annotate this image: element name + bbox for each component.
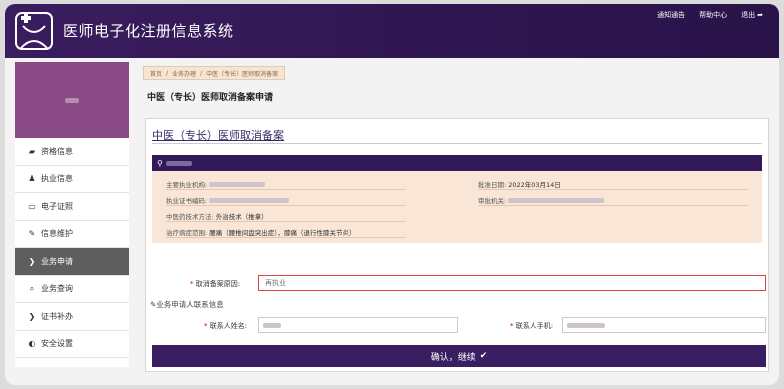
sidebar-item-label: 业务查询 — [41, 284, 73, 294]
sidebar-item-e-license[interactable]: ▭ 电子证照 — [15, 193, 129, 221]
tech-row: 中医药技术方法: 外治技术（推拿） — [166, 211, 268, 221]
reason-label-text: 取消备案原因: — [195, 280, 241, 288]
breadcrumb-separator: / — [166, 69, 169, 77]
sidebar-item-qualification[interactable]: ▰ 资格信息 — [15, 138, 129, 166]
logout-link[interactable]: 退出 ➦ — [741, 10, 763, 20]
panel-title: 中医（专长）医师取消备案 — [152, 129, 284, 142]
sidebar-item-security[interactable]: ◐ 安全设置 — [15, 331, 129, 358]
divider — [478, 205, 748, 206]
contact-name-label: * 联系人姓名: — [204, 321, 247, 331]
sidebar-item-label: 执业信息 — [41, 174, 73, 184]
page-title: 中医（专长）医师取消备案申请 — [147, 93, 274, 103]
redacted-user-name — [65, 97, 79, 103]
divider — [152, 143, 762, 144]
help-center-link[interactable]: 帮助中心 — [699, 10, 727, 20]
cancel-reason-input[interactable]: 再执业 — [258, 275, 766, 291]
location-pin-icon: ⚲ — [157, 158, 163, 168]
redacted-main-org — [209, 181, 266, 187]
scope-label: 治疗病症范围: — [166, 229, 208, 237]
breadcrumb: 首页 / 业务办理 / 中医（专长）医师取消备案 — [143, 66, 286, 80]
breadcrumb-current: 中医（专长）医师取消备案 — [206, 70, 279, 78]
users-icon: ♟ — [28, 174, 36, 184]
contact-phone-label: * 联系人手机: — [510, 321, 553, 331]
search-icon: ⌕ — [29, 283, 35, 293]
notices-link-label: 通知通告 — [657, 11, 686, 19]
divider — [166, 221, 406, 222]
breadcrumb-separator: / — [200, 69, 203, 77]
redacted-approve-org — [508, 197, 605, 203]
edit-icon: ✎ — [28, 229, 36, 239]
cert-no-label: 执业证书编码: — [166, 197, 208, 205]
confirm-continue-button[interactable]: 确认，继续 ✔ — [152, 345, 766, 367]
required-mark: * — [204, 322, 208, 330]
main-org-row: 主要执业机构: — [166, 179, 266, 189]
card-icon: ▭ — [28, 201, 36, 211]
doctor-logo-icon — [15, 12, 53, 50]
top-bar: 医师电子化注册信息系统 通知通告 帮助中心 退出 ➦ — [5, 4, 779, 58]
exit-icon: ➦ — [757, 11, 763, 19]
shield-icon: ◐ — [28, 339, 36, 349]
sidebar-item-label: 信息维护 — [41, 229, 73, 239]
practice-info-box: 主要执业机构: 批准日期: 2022年03月14日 执业证书编码: 审批机关: — [152, 171, 762, 243]
approve-date-row: 批准日期: 2022年03月14日 — [478, 179, 561, 189]
contact-phone-input[interactable] — [562, 317, 766, 333]
redacted-contact-name — [263, 322, 281, 328]
logout-link-label: 退出 — [741, 11, 756, 19]
sidebar-item-label: 证书补办 — [41, 311, 73, 321]
check-icon: ✔ — [479, 351, 488, 361]
sidebar-item-label: 业务申请 — [41, 256, 73, 266]
sidebar-item-label: 电子证照 — [41, 201, 73, 211]
divider — [478, 189, 748, 190]
sidebar: ▰ 资格信息 ♟ 执业信息 ▭ 电子证照 ✎ 信息维护 ❯ 业务申请 ⌕ 业务查… — [15, 62, 129, 367]
cancel-filing-panel: 中医（专长）医师取消备案 ⚲ 主要执业机构: 批准日期: 2022年03月14日 — [145, 118, 769, 372]
app-window: 医师电子化注册信息系统 通知通告 帮助中心 退出 ➦ ▰ 资格信息 ♟ 执业信息 … — [5, 4, 779, 385]
sidebar-item-label: 安全设置 — [41, 339, 73, 349]
notices-link[interactable]: 通知通告 — [657, 10, 685, 20]
sidebar-item-cert-reissue[interactable]: ❯ 证书补办 — [15, 303, 129, 331]
approve-date-value: 2022年03月14日 — [508, 181, 561, 189]
required-mark: * — [190, 280, 194, 288]
divider — [166, 237, 406, 238]
sidebar-item-practice[interactable]: ♟ 执业信息 — [15, 166, 129, 193]
redacted-contact-phone — [567, 322, 605, 328]
divider — [166, 189, 406, 190]
sidebar-item-business-apply[interactable]: ❯ 业务申请 — [15, 248, 129, 276]
approve-org-label: 审批机关: — [478, 197, 507, 205]
breadcrumb-business[interactable]: 业务办理 — [172, 69, 196, 78]
main-content: 首页 / 业务办理 / 中医（专长）医师取消备案 中医（专长）医师取消备案申请 … — [135, 62, 771, 374]
sidebar-item-info-maintain[interactable]: ✎ 信息维护 — [15, 221, 129, 248]
divider — [166, 205, 406, 206]
main-org-label: 主要执业机构: — [166, 181, 208, 189]
info-header: ⚲ — [152, 155, 762, 171]
chevron-right-icon: ❯ — [28, 256, 36, 266]
tech-label: 中医药技术方法: — [166, 213, 214, 221]
reason-label: * 取消备案原因: — [190, 279, 240, 289]
tech-value: 外治技术（推拿） — [215, 213, 268, 221]
cert-no-row: 执业证书编码: — [166, 195, 290, 205]
approve-date-label: 批准日期: — [478, 181, 507, 189]
required-mark: * — [510, 322, 514, 330]
chevron-right-icon: ❯ — [28, 311, 36, 321]
breadcrumb-home[interactable]: 首页 — [150, 69, 162, 78]
contact-phone-label-text: 联系人手机: — [515, 322, 554, 330]
app-title: 医师电子化注册信息系统 — [63, 22, 234, 40]
top-links: 通知通告 帮助中心 退出 ➦ — [657, 10, 763, 20]
confirm-continue-label: 确认，继续 — [430, 352, 476, 363]
redacted-org-name — [165, 160, 192, 166]
sidebar-item-label: 资格信息 — [41, 146, 73, 156]
contact-name-input[interactable] — [258, 317, 458, 333]
avatar — [15, 62, 129, 138]
contact-section-title: ✎业务申请人联系信息 — [150, 299, 224, 310]
sidebar-item-business-query[interactable]: ⌕ 业务查询 — [15, 276, 129, 303]
contact-name-label-text: 联系人姓名: — [209, 322, 248, 330]
help-center-link-label: 帮助中心 — [699, 11, 728, 19]
contact-section-title-text: 业务申请人联系信息 — [156, 300, 224, 309]
cancel-reason-value: 再执业 — [265, 279, 286, 287]
book-icon: ▰ — [28, 146, 36, 156]
scope-value: 腰痛（腰椎间盘突出症），膝痛（退行性膝关节炎） — [209, 229, 356, 237]
redacted-cert-no — [209, 197, 290, 203]
scope-row: 治疗病症范围: 腰痛（腰椎间盘突出症），膝痛（退行性膝关节炎） — [166, 227, 355, 237]
approve-org-row: 审批机关: — [478, 195, 605, 205]
